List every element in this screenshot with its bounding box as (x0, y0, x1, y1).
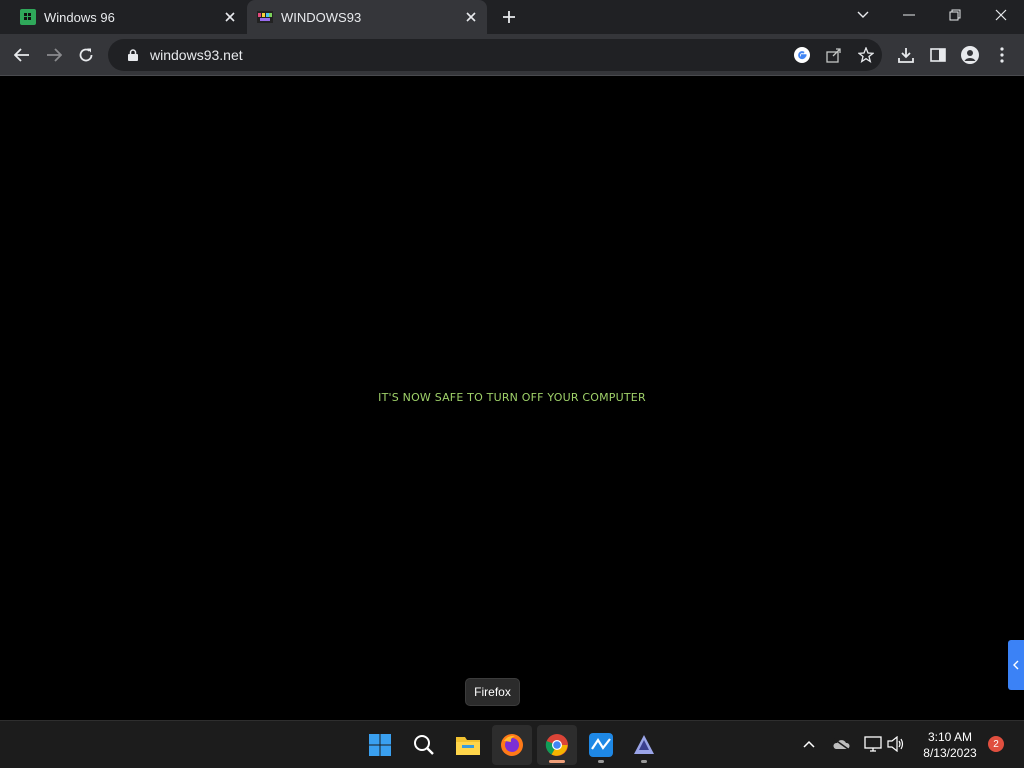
running-indicator (641, 760, 647, 763)
firefox-button[interactable] (492, 725, 532, 765)
folder-icon (456, 737, 480, 755)
clock-date: 8/13/2023 (923, 746, 977, 760)
back-button[interactable] (8, 41, 36, 69)
share-icon[interactable] (818, 41, 850, 69)
close-window-button[interactable] (978, 0, 1024, 30)
profile-button[interactable] (956, 41, 984, 69)
restore-icon (949, 9, 961, 21)
taskbar-tooltip: Firefox (465, 678, 520, 706)
volume-icon[interactable] (885, 733, 907, 755)
side-panel-button[interactable] (924, 41, 952, 69)
windows96-logo-icon (20, 9, 36, 25)
clock[interactable]: 3:10 AM 8/13/2023 (918, 729, 982, 761)
chrome-icon (545, 734, 568, 756)
url-text[interactable]: windows93.net (150, 47, 786, 63)
firefox-icon (501, 734, 523, 756)
side-drawer-tab[interactable] (1008, 640, 1024, 690)
download-icon (898, 48, 914, 63)
tab-close-icon[interactable] (218, 5, 242, 29)
show-hidden-icons-button[interactable] (798, 733, 820, 755)
more-vertical-icon (1000, 47, 1004, 63)
analytics-app-icon (589, 733, 613, 757)
reload-icon (79, 48, 93, 62)
windows93-logo-icon (257, 11, 273, 23)
chevron-down-icon (857, 11, 869, 18)
tab-search-button[interactable] (840, 0, 886, 30)
new-tab-button[interactable] (496, 5, 522, 29)
tab-windows96[interactable]: Windows 96 (8, 0, 246, 34)
tab-strip: Windows 96 WINDOWS93 (0, 0, 1024, 34)
network-icon[interactable] (862, 733, 884, 755)
forward-button[interactable] (40, 41, 68, 69)
restore-button[interactable] (932, 0, 978, 30)
close-icon (995, 9, 1007, 21)
chrome-button[interactable] (537, 725, 577, 765)
active-indicator (549, 760, 565, 763)
chevron-left-icon (1013, 660, 1019, 670)
minimize-button[interactable] (886, 0, 932, 30)
page-content: IT'S NOW SAFE TO TURN OFF YOUR COMPUTER (0, 77, 1024, 719)
tab-title: Windows 96 (44, 9, 115, 25)
arrow-left-icon (14, 48, 29, 62)
taskbar: 3:10 AM 8/13/2023 (0, 720, 1024, 768)
windows-start-icon (369, 734, 391, 756)
tab-close-icon[interactable] (459, 5, 483, 29)
reload-button[interactable] (72, 41, 100, 69)
address-bar[interactable]: windows93.net (108, 39, 882, 71)
plus-icon (503, 11, 515, 23)
browser-toolbar: windows93.net (0, 34, 1024, 76)
search-button[interactable] (404, 725, 444, 765)
google-lens-icon[interactable] (786, 41, 818, 69)
profile-icon (961, 46, 979, 64)
onedrive-icon[interactable] (830, 733, 852, 755)
tab-title: WINDOWS93 (281, 9, 362, 25)
notification-badge[interactable]: 2 (988, 736, 1004, 752)
tab-windows93[interactable]: WINDOWS93 (247, 0, 487, 34)
downloads-button[interactable] (892, 41, 920, 69)
inkscape-app-icon (634, 735, 654, 754)
side-panel-icon (930, 48, 946, 62)
inkscape-app-button[interactable] (624, 725, 664, 765)
lock-icon[interactable] (118, 49, 148, 61)
minimize-icon (903, 14, 915, 16)
shutdown-message: IT'S NOW SAFE TO TURN OFF YOUR COMPUTER (378, 391, 646, 404)
screen: Windows 96 WINDOWS93 windows93.net IT'S … (0, 0, 1024, 768)
analytics-app-button[interactable] (581, 725, 621, 765)
file-explorer-button[interactable] (448, 725, 488, 765)
menu-button[interactable] (988, 41, 1016, 69)
chevron-up-icon (803, 740, 815, 748)
arrow-right-icon (47, 48, 62, 62)
running-indicator (598, 760, 604, 763)
search-icon (414, 735, 434, 755)
start-button[interactable] (360, 725, 400, 765)
bookmark-star-icon[interactable] (850, 41, 882, 69)
clock-time: 3:10 AM (927, 730, 973, 744)
